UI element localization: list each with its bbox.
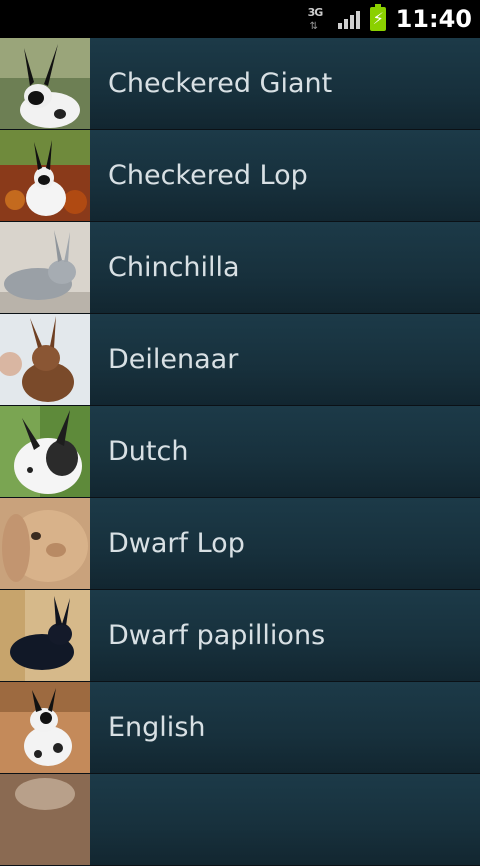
- status-bar: 3G ⇅ ⚡ 11:40: [0, 0, 480, 38]
- list-item-label: Chinchilla: [108, 252, 240, 283]
- list-item-label: [90, 774, 480, 865]
- rabbit-thumbnail: [0, 38, 90, 129]
- network-3g-icon: 3G ⇅: [307, 6, 324, 32]
- list-item-label: Deilenaar: [108, 344, 239, 375]
- list-item-dwarf-lop[interactable]: Dwarf Lop: [0, 498, 480, 590]
- rabbit-thumbnail: [0, 222, 90, 313]
- rabbit-thumbnail: [0, 498, 90, 589]
- list-item-english[interactable]: English: [0, 682, 480, 774]
- list-item-label: Dwarf Lop: [108, 528, 245, 559]
- list-item-label: Checkered Giant: [108, 68, 333, 99]
- rabbit-thumbnail: [0, 774, 90, 865]
- battery-charging-icon: ⚡: [369, 4, 386, 31]
- list-item-dutch[interactable]: Dutch: [0, 406, 480, 498]
- list-item-deilenaar[interactable]: Deilenaar: [0, 314, 480, 406]
- signal-strength-icon: [337, 9, 360, 29]
- list-item-checkered-lop[interactable]: Checkered Lop: [0, 130, 480, 222]
- list-item-label: Dutch: [108, 436, 189, 467]
- rabbit-thumbnail: [0, 406, 90, 497]
- list-item-dwarf-papillions[interactable]: Dwarf papillions: [0, 590, 480, 682]
- list-item-label: English: [108, 712, 206, 743]
- list-item-partial[interactable]: [0, 774, 480, 866]
- status-clock: 11:40: [395, 5, 472, 33]
- list-item-label: Checkered Lop: [108, 160, 308, 191]
- rabbit-thumbnail: [0, 314, 90, 405]
- rabbit-thumbnail: [0, 590, 90, 681]
- rabbit-thumbnail: [0, 682, 90, 773]
- breed-list: Checkered Giant Checkered Lop Chinchilla…: [0, 38, 480, 866]
- list-item-label: Dwarf papillions: [108, 620, 326, 651]
- list-item-checkered-giant[interactable]: Checkered Giant: [0, 38, 480, 130]
- list-item-chinchilla[interactable]: Chinchilla: [0, 222, 480, 314]
- rabbit-thumbnail: [0, 130, 90, 221]
